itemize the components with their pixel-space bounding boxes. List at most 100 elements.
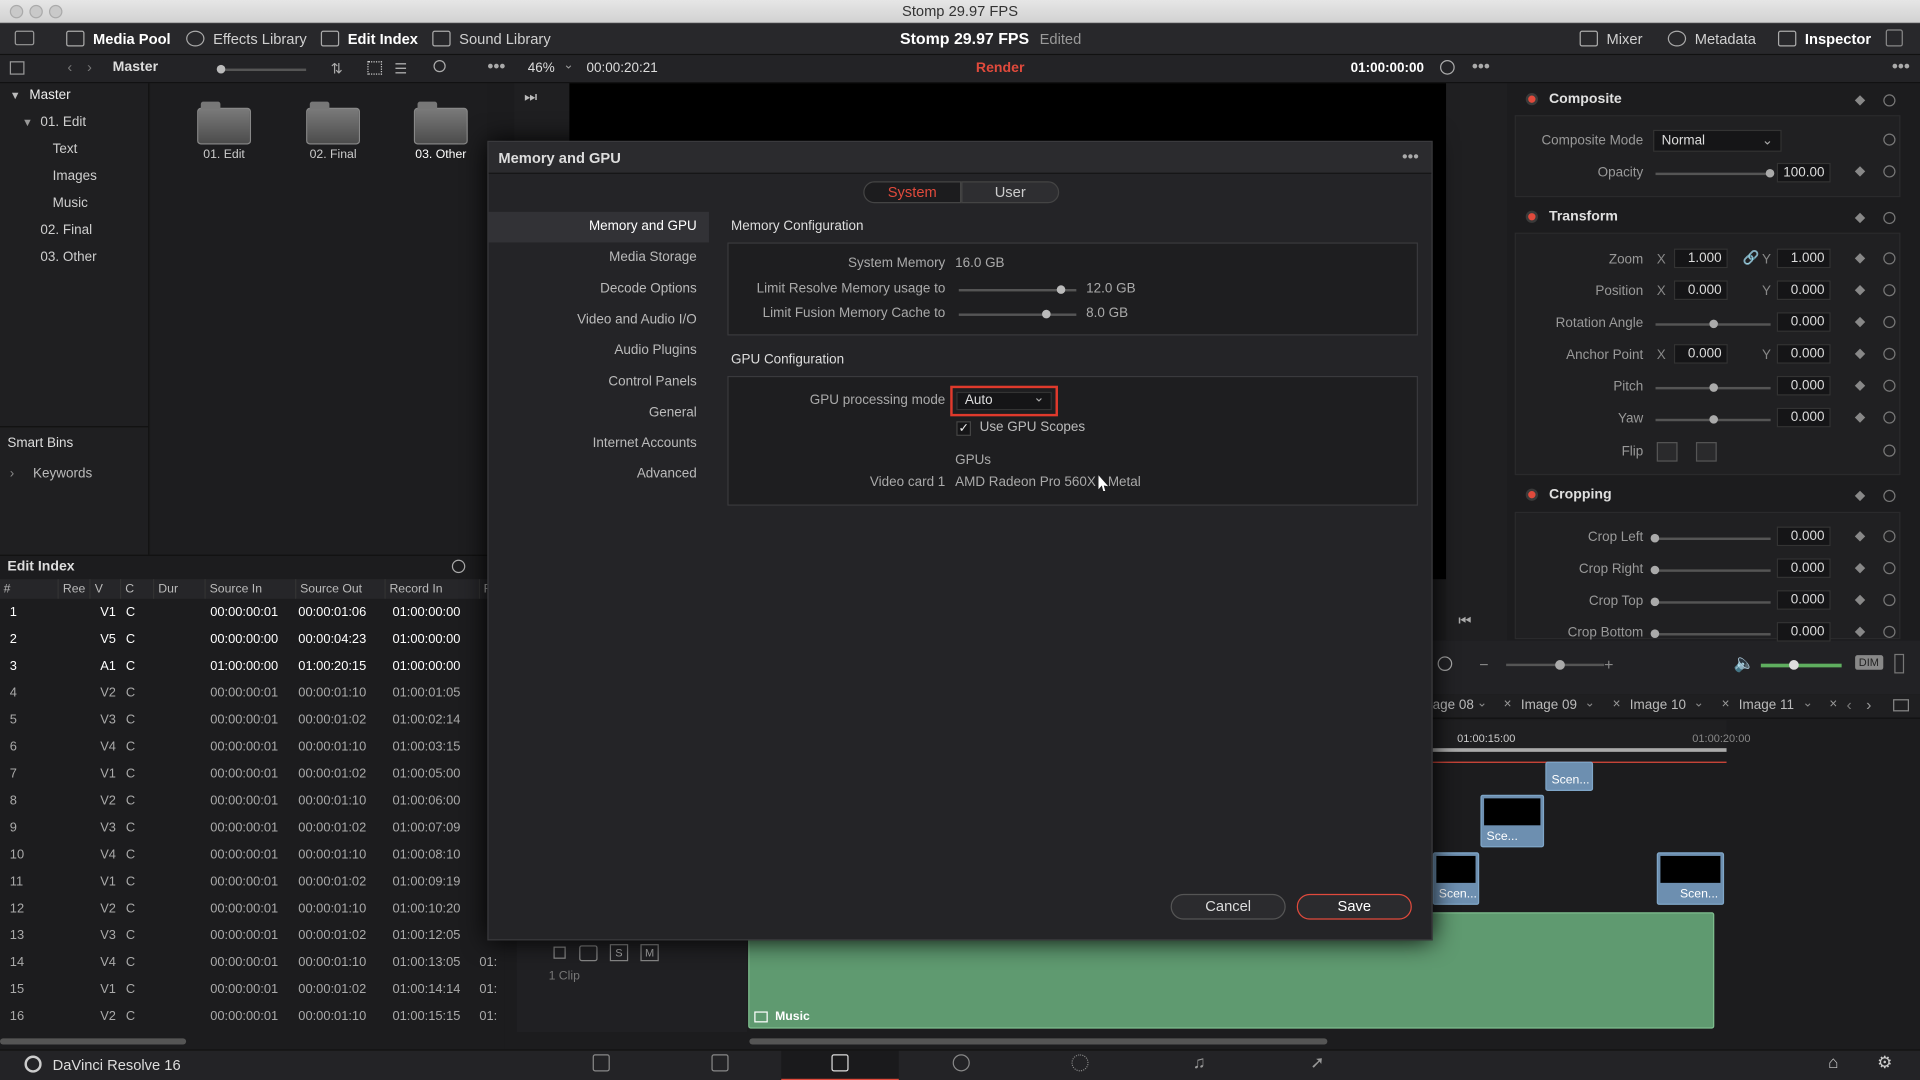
chevron-down-icon[interactable]: ▼ xyxy=(22,111,33,133)
crop-right-value[interactable]: 0.000 xyxy=(1776,558,1831,578)
search-icon[interactable] xyxy=(433,60,446,73)
inspector-button[interactable]: Inspector xyxy=(1777,23,1871,55)
flip-vertical-icon[interactable] xyxy=(1695,442,1717,462)
video-clip[interactable]: Sce... xyxy=(1480,794,1545,848)
bin-other[interactable]: 03. Other xyxy=(40,246,96,268)
home-icon[interactable]: ⌂ xyxy=(1828,1052,1838,1072)
yaw-knob[interactable] xyxy=(1709,415,1718,424)
crop-right-slider[interactable] xyxy=(1655,569,1771,572)
skip-end-icon[interactable]: ⏭ xyxy=(524,88,537,106)
close-icon[interactable]: × xyxy=(1722,697,1730,712)
skip-start-icon[interactable]: ⏮ xyxy=(1458,612,1471,630)
media-page-icon[interactable] xyxy=(592,1054,610,1072)
fairlight-page-icon[interactable]: ♫ xyxy=(1193,1052,1206,1072)
reset-icon[interactable] xyxy=(1883,625,1896,638)
rotation-knob[interactable] xyxy=(1709,319,1718,329)
chevron-right-icon[interactable]: › xyxy=(10,467,14,482)
metadata-button[interactable]: Metadata xyxy=(1667,23,1756,55)
video-clip[interactable]: Scen... xyxy=(1545,761,1594,792)
volume-slider[interactable] xyxy=(1760,663,1842,668)
crop-top-knob[interactable] xyxy=(1650,597,1660,607)
fusion-page-icon[interactable] xyxy=(952,1054,970,1072)
close-icon[interactable]: × xyxy=(1504,697,1512,712)
viewer-options-icon[interactable]: ••• xyxy=(1472,56,1490,76)
deliver-page-icon[interactable]: ➚ xyxy=(1310,1052,1324,1073)
table-row[interactable]: 8 V2 C 00:00:00:01 00:00:01:10 01:00:06:00 xyxy=(0,787,504,814)
chevron-down-icon[interactable]: ⌄ xyxy=(1693,697,1703,710)
opacity-slider[interactable] xyxy=(1655,172,1771,176)
chevron-down-icon[interactable]: ▼ xyxy=(10,84,21,106)
use-gpu-scopes-checkbox[interactable]: ✓ xyxy=(956,421,972,436)
render-dropdown[interactable]: Render xyxy=(976,61,1025,76)
workspace-toggle-icon[interactable] xyxy=(14,30,35,46)
column-header[interactable]: Source Out xyxy=(295,579,386,599)
zoom-window-button[interactable] xyxy=(48,4,63,19)
lock-icon[interactable] xyxy=(553,946,566,959)
timeline-view-icon[interactable] xyxy=(1893,699,1909,712)
table-row[interactable]: 11 V1 C 00:00:00:01 00:00:01:02 01:00:09:19 xyxy=(0,868,504,895)
limit-resolve-knob[interactable] xyxy=(1056,285,1065,294)
opacity-value[interactable]: 100.00 xyxy=(1776,162,1831,183)
nav-item-media-storage[interactable]: Media Storage xyxy=(489,243,709,274)
table-row[interactable]: 4 V2 C 00:00:00:01 00:00:01:10 01:00:01:05 xyxy=(0,680,504,707)
nav-item-video-and-audio-i-o[interactable]: Video and Audio I/O xyxy=(489,305,709,336)
tab-system[interactable]: System xyxy=(863,181,962,204)
position-x-value[interactable]: 0.000 xyxy=(1673,280,1728,301)
limit-fusion-knob[interactable] xyxy=(1042,309,1051,319)
video-clip[interactable]: Scen... xyxy=(1656,852,1725,905)
crop-bottom-knob[interactable] xyxy=(1650,629,1660,638)
color-page-icon[interactable] xyxy=(1071,1054,1089,1072)
list-view-icon[interactable]: ☰ xyxy=(394,60,407,77)
media-pool-button[interactable]: Media Pool xyxy=(66,23,171,55)
forward-icon[interactable]: › xyxy=(87,59,92,76)
reset-icon[interactable] xyxy=(1883,562,1896,575)
bin-final[interactable]: 02. Final xyxy=(40,219,92,241)
zoom-icon[interactable] xyxy=(1437,656,1453,672)
minimize-window-button[interactable] xyxy=(29,4,43,19)
nav-item-memory-and-gpu[interactable]: Memory and GPU xyxy=(488,211,709,243)
bin-images[interactable]: Images xyxy=(53,165,97,187)
reset-icon[interactable] xyxy=(1883,530,1896,543)
yaw-value[interactable]: 0.000 xyxy=(1776,407,1831,428)
timeline-tab[interactable]: Image 09 xyxy=(1521,694,1577,716)
reset-icon[interactable] xyxy=(1883,165,1896,178)
cancel-button[interactable]: Cancel xyxy=(1170,893,1286,920)
tab-user[interactable]: User xyxy=(961,181,1060,204)
flip-horizontal-icon[interactable] xyxy=(1656,442,1678,462)
nav-item-audio-plugins[interactable]: Audio Plugins xyxy=(489,336,709,367)
reset-icon[interactable] xyxy=(1883,411,1896,424)
more-options-icon[interactable]: ••• xyxy=(487,56,505,76)
dim-button[interactable]: DIM xyxy=(1855,655,1883,670)
composite-section-header[interactable]: Composite xyxy=(1515,84,1907,113)
effects-library-button[interactable]: Effects Library xyxy=(186,23,307,55)
crop-top-value[interactable]: 0.000 xyxy=(1776,590,1831,610)
scroll-right-icon[interactable]: › xyxy=(1866,696,1871,714)
volume-icon[interactable]: 🔈 xyxy=(1734,653,1755,674)
nav-item-decode-options[interactable]: Decode Options xyxy=(489,274,709,305)
cut-page-icon[interactable] xyxy=(711,1054,729,1072)
chevron-down-icon[interactable]: ⌄ xyxy=(1585,697,1595,710)
transform-section-header[interactable]: Transform xyxy=(1515,202,1907,231)
link-icon[interactable]: 🔗 xyxy=(1742,250,1759,266)
timeline-tab[interactable]: age 08 xyxy=(1433,694,1474,716)
column-header[interactable]: Dur xyxy=(154,579,206,599)
crop-top-slider[interactable] xyxy=(1655,601,1771,604)
reset-icon[interactable] xyxy=(1883,315,1896,329)
limit-fusion-slider[interactable] xyxy=(958,313,1077,316)
table-row[interactable]: 1 V1 C 00:00:00:01 00:00:01:06 01:00:00:00 xyxy=(0,599,504,626)
anchor-y-value[interactable]: 0.000 xyxy=(1776,344,1831,364)
keywords-bin[interactable]: Keywords xyxy=(33,467,92,482)
anchor-x-value[interactable]: 0.000 xyxy=(1673,344,1728,364)
dialog-options-icon[interactable]: ••• xyxy=(1402,147,1419,165)
bin-text[interactable]: Text xyxy=(53,138,78,160)
zoom-out-icon[interactable]: − xyxy=(1479,655,1488,673)
sound-library-button[interactable]: Sound Library xyxy=(432,23,551,55)
auto-select-icon[interactable] xyxy=(579,945,598,962)
position-y-value[interactable]: 0.000 xyxy=(1776,280,1831,301)
reset-icon[interactable] xyxy=(1883,489,1896,503)
video-clip[interactable]: Scen... xyxy=(1432,852,1480,905)
nav-item-general[interactable]: General xyxy=(489,398,709,429)
folder-icon[interactable] xyxy=(197,101,252,145)
column-header[interactable]: V xyxy=(90,579,122,599)
reset-icon[interactable] xyxy=(1883,94,1896,107)
